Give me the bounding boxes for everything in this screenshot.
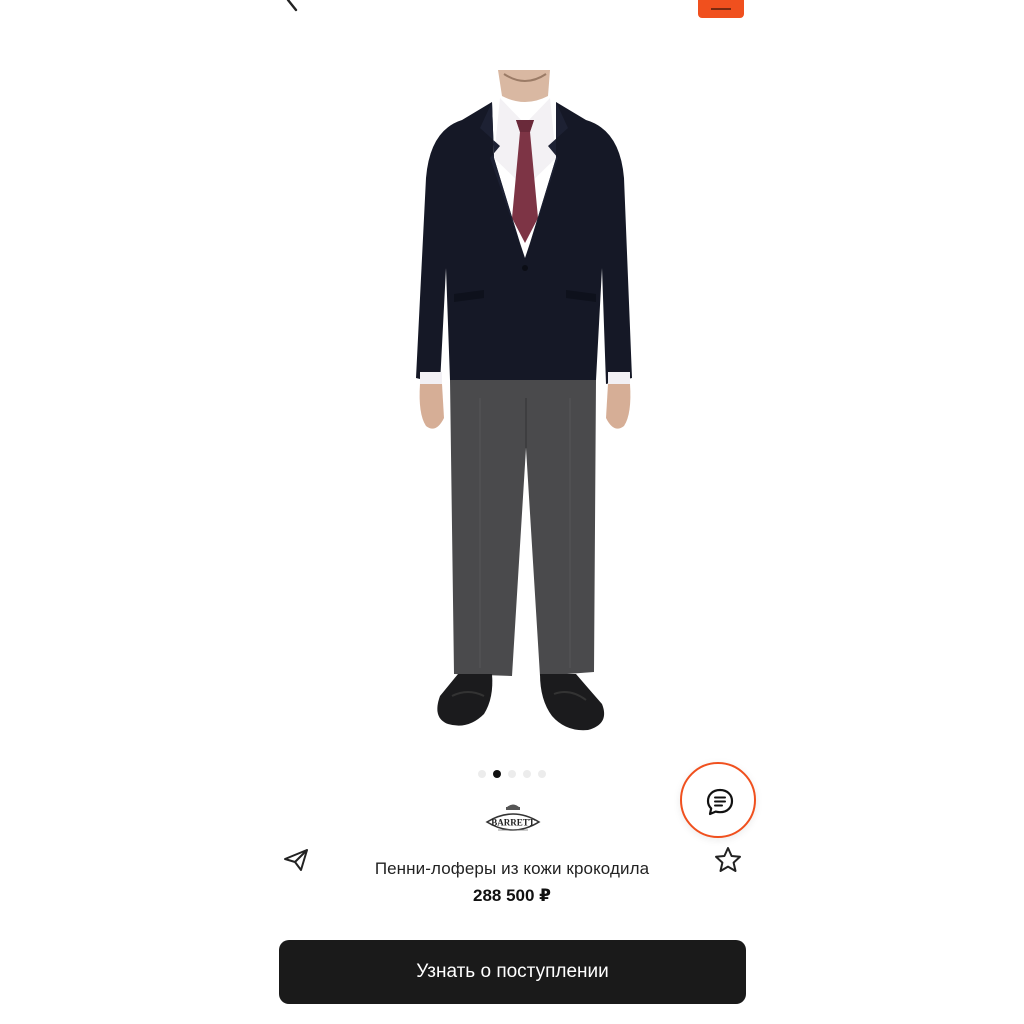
chat-bubble-icon [706, 788, 734, 816]
notify-me-button[interactable]: Узнать о поступлении [279, 940, 746, 1004]
pagination-dot-active[interactable] [493, 770, 501, 778]
svg-text:BARRETT: BARRETT [491, 818, 535, 828]
promo-badge-icon[interactable] [698, 0, 744, 18]
product-image[interactable] [380, 68, 670, 748]
gallery-pagination[interactable] [478, 770, 546, 778]
pagination-dot[interactable] [478, 770, 486, 778]
pagination-dot[interactable] [508, 770, 516, 778]
product-price: 288 500 ₽ [472, 886, 551, 905]
brand-logo[interactable]: BARRETT [484, 800, 542, 836]
star-outline-icon[interactable] [713, 845, 743, 875]
product-title: Пенни-лоферы из кожи крокодила [374, 859, 650, 878]
chat-button[interactable] [680, 762, 756, 838]
paper-plane-icon[interactable] [282, 846, 310, 874]
pagination-dot[interactable] [523, 770, 531, 778]
pagination-dot[interactable] [538, 770, 546, 778]
chevron-left-icon[interactable] [278, 0, 306, 14]
